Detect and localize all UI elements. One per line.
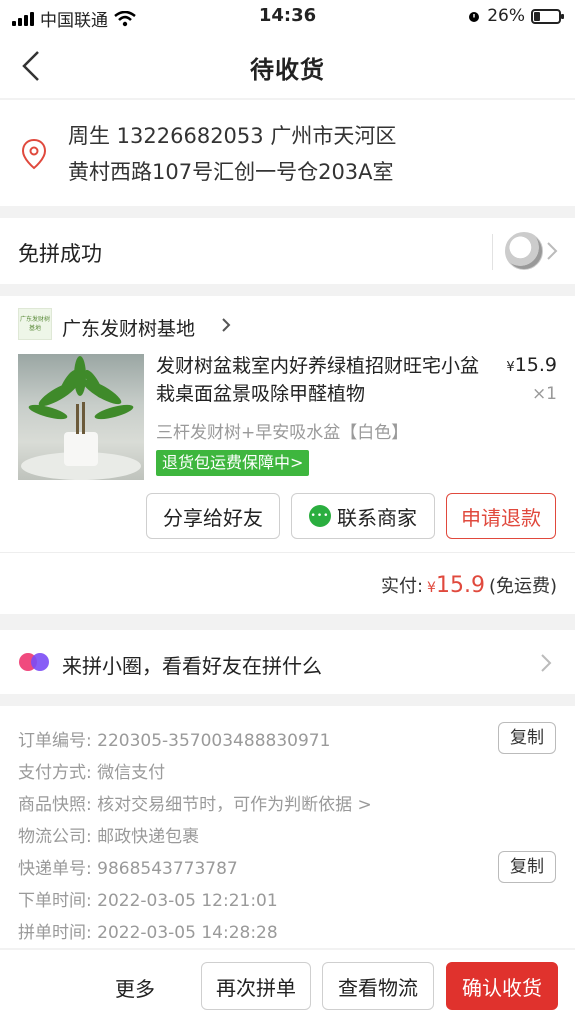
shipping-note: (免运费) [488,576,557,597]
tracking-number: 快递单号: 9868543773787 [18,859,238,879]
group-status-text: 免拼成功 [18,242,102,266]
paid-value: 15.9 [435,573,485,598]
product-snapshot[interactable]: 商品快照: 核对交易细节时，可作为判断依据 > [18,790,372,815]
shipping-guarantee-badge[interactable]: 退货包运费保障中> [156,450,310,476]
bottom-action-bar: 更多 再次拼单 查看物流 确认收货 [0,950,575,1024]
friend-circle-text: 来拼小圈，看看好友在拼什么 [62,654,322,678]
share-button[interactable]: 分享给好友 [146,493,280,539]
contact-seller-label: 联系商家 [337,505,417,530]
courier-company: 物流公司: 邮政快递包裹 [18,827,200,847]
location-pin-icon [21,138,47,170]
order-time: 下单时间: 2022-03-05 12:21:01 [18,891,278,911]
status-right: 26% [467,6,564,26]
payment-method: 支付方式: 微信支付 [18,763,166,783]
page-title: 待收货 [250,56,325,84]
avatar[interactable] [505,232,543,270]
product-name[interactable]: 发财树盆栽室内好养绿植招财旺宅小盆栽桌面盆景吸除甲醛植物 [156,352,486,408]
address-card[interactable]: 周生 13226682053 广州市天河区 黄村西路107号汇创一号仓203A室 [0,100,575,206]
battery-icon [531,8,564,24]
friend-circle-card[interactable]: 来拼小圈，看看好友在拼什么 [0,630,575,694]
product-image[interactable] [18,354,144,480]
plant-illustration [21,356,141,480]
nav-bar: 待收货 [0,34,575,98]
paid-currency: ¥ [427,580,436,596]
recipient-line: 周生 13226682053 广州市天河区 [68,124,397,148]
group-status-card[interactable]: 免拼成功 [0,218,575,284]
order-info-card: 订单编号: 220305-357003488830971 复制 支付方式: 微信… [0,706,575,948]
circle-logo-icon [19,653,49,671]
alarm-icon [469,12,480,22]
shop-logo[interactable]: 广东发财树基地 [18,308,52,340]
group-time: 拼单时间: 2022-03-05 14:28:28 [18,923,278,943]
chat-icon: ••• [309,505,331,527]
copy-order-number-button[interactable]: 复制 [498,722,556,754]
price-value: 15.9 [514,354,557,376]
chevron-right-icon [547,242,558,260]
chevron-right-icon [222,318,231,332]
payment-summary: 实付: ¥15.9 (免运费) [381,572,557,598]
status-bar: 中国联通 14:36 26% [0,0,575,34]
divider [0,552,575,553]
battery-fill [534,11,540,21]
confirm-receipt-button[interactable]: 确认收货 [446,962,558,1010]
view-logistics-button[interactable]: 查看物流 [322,962,434,1010]
order-card: 广东发财树基地 广东发财树基地 发财树盆栽室内好养绿植招财旺宅小盆栽桌面盆景吸除… [0,296,575,614]
order-number: 订单编号: 220305-357003488830971 [18,731,331,751]
paid-amount: ¥15.9 [427,573,485,598]
contact-seller-button[interactable]: ••• 联系商家 [291,493,435,539]
paid-label: 实付: [380,576,424,597]
divider [492,234,493,270]
refund-button[interactable]: 申请退款 [446,493,556,539]
product-price: ¥15.9 [506,354,557,376]
shop-logo-text: 广东发财树基地 [19,316,50,332]
copy-tracking-button[interactable]: 复制 [498,851,556,883]
address-line: 黄村西路107号汇创一号仓203A室 [68,160,394,184]
battery-percent: 26% [487,6,525,26]
currency-symbol: ¥ [506,360,515,375]
more-button[interactable]: 更多 [115,973,155,1002]
shop-name[interactable]: 广东发财树基地 [62,314,195,341]
product-spec: 三杆发财树+早安吸水盆【白色】 [156,423,409,443]
chevron-right-icon [541,654,552,672]
product-quantity: ×1 [531,384,557,404]
reorder-button[interactable]: 再次拼单 [201,962,311,1010]
